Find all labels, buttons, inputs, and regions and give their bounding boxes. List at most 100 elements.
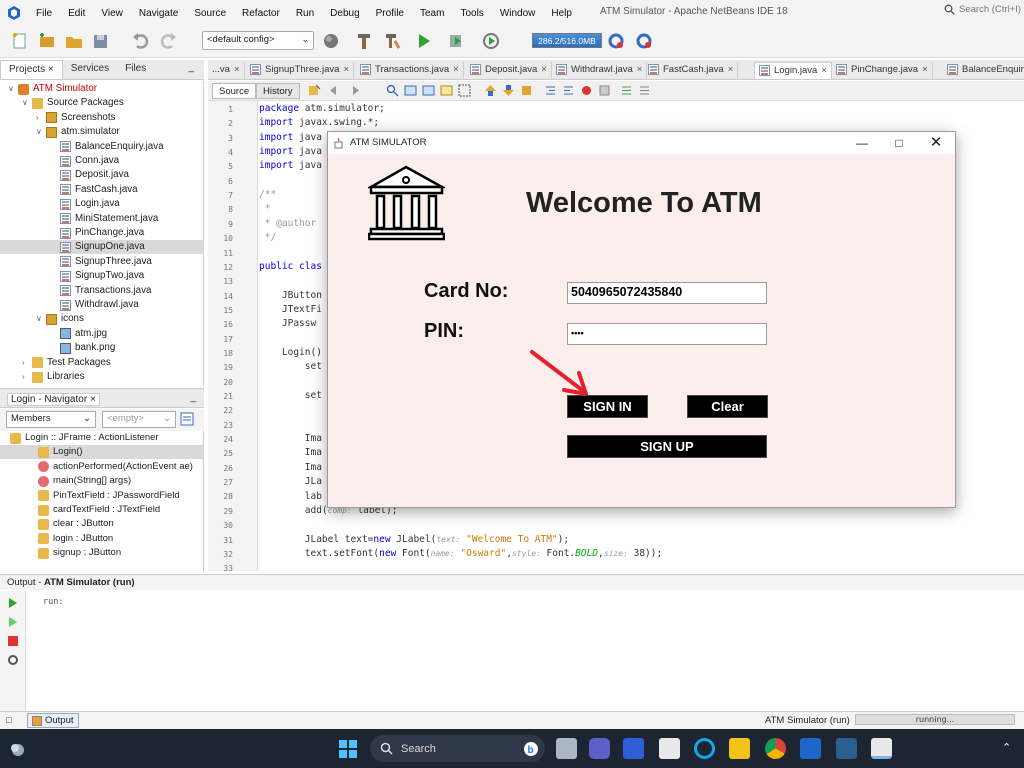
maximize-button[interactable]: □ — [880, 134, 918, 152]
menu-navigate[interactable]: Navigate — [131, 8, 186, 19]
cortana-icon[interactable] — [694, 738, 715, 759]
comment-icon[interactable] — [620, 84, 633, 97]
sign-in-button[interactable]: SIGN IN — [567, 395, 648, 418]
file-explorer-icon[interactable] — [729, 738, 750, 759]
chevron-right-icon[interactable]: › — [22, 370, 32, 384]
sign-up-button[interactable]: SIGN UP — [567, 435, 767, 458]
editor-tab[interactable]: SignupThree.java × — [246, 62, 355, 79]
new-project-icon[interactable] — [37, 31, 57, 51]
tree-item[interactable]: SignupThree.java — [0, 255, 152, 269]
save-all-icon[interactable] — [91, 31, 111, 51]
toggle-highlight-icon[interactable] — [440, 84, 453, 97]
close-icon[interactable]: × — [234, 64, 240, 75]
menu-help[interactable]: Help — [543, 8, 580, 19]
tab-files[interactable]: Files — [117, 60, 154, 79]
prev-bookmark-icon[interactable] — [484, 84, 497, 97]
toggle-bookmark-icon[interactable] — [520, 84, 533, 97]
menu-edit[interactable]: Edit — [60, 8, 93, 19]
close-icon[interactable]: × — [343, 64, 349, 75]
find-previous-icon[interactable] — [404, 84, 417, 97]
netbeans-taskbar-icon[interactable] — [800, 738, 821, 759]
navigator-item[interactable]: login : JButton — [0, 532, 113, 546]
clear-button[interactable]: Clear — [687, 395, 768, 418]
tree-item[interactable]: ∨ ATM Simulator — [0, 82, 97, 96]
debug-project-icon[interactable] — [446, 31, 466, 51]
close-button[interactable]: ✕ — [917, 134, 955, 152]
tree-item[interactable]: Transactions.java — [0, 284, 151, 298]
navigator-item[interactable]: cardTextField : JTextField — [0, 503, 160, 517]
menu-view[interactable]: View — [93, 8, 131, 19]
redo-icon[interactable] — [158, 31, 178, 51]
gc-icon[interactable] — [606, 31, 626, 51]
rerun-customized-icon[interactable] — [7, 616, 19, 628]
history-view-button[interactable]: History — [256, 83, 300, 99]
chevron-down-icon[interactable]: ∨ — [36, 125, 46, 139]
navigator-item[interactable]: signup : JButton — [0, 546, 121, 560]
navigator-options-icon[interactable] — [180, 412, 194, 426]
chevron-right-icon[interactable]: › — [22, 356, 32, 370]
navigator-item[interactable]: Login() — [0, 445, 204, 460]
chevron-down-icon[interactable]: ∨ — [8, 82, 18, 96]
output-console[interactable]: run: — [26, 591, 1024, 711]
forward-icon[interactable] — [348, 84, 361, 97]
calendar-icon[interactable] — [659, 738, 680, 759]
navigator-item[interactable]: actionPerformed(ActionEvent ae) — [0, 460, 193, 474]
editor-tab[interactable]: ...va × — [208, 62, 245, 79]
shift-right-icon[interactable] — [562, 84, 575, 97]
close-icon[interactable]: × — [637, 64, 643, 75]
uncomment-icon[interactable] — [638, 84, 651, 97]
tree-item[interactable]: ∨ icons — [0, 312, 84, 326]
teams-icon[interactable] — [589, 738, 610, 759]
stop-icon[interactable] — [7, 635, 19, 647]
tree-item[interactable]: › Libraries — [0, 370, 85, 384]
menu-source[interactable]: Source — [186, 8, 234, 19]
tab-navigator[interactable]: Login - Navigator × — [7, 393, 100, 406]
menu-refactor[interactable]: Refactor — [234, 8, 288, 19]
output-status-tab[interactable]: Output — [27, 713, 79, 728]
menu-run[interactable]: Run — [288, 8, 322, 19]
tree-item[interactable]: ∨ atm.simulator — [0, 125, 120, 139]
menu-profile[interactable]: Profile — [368, 8, 412, 19]
source-view-button[interactable]: Source — [212, 83, 257, 99]
open-project-icon[interactable] — [64, 31, 84, 51]
tree-item[interactable]: SignupTwo.java — [0, 269, 144, 283]
settings-icon[interactable] — [7, 654, 19, 666]
close-icon[interactable]: × — [453, 64, 459, 75]
tree-item[interactable]: Conn.java — [0, 154, 119, 168]
profile-project-icon[interactable] — [481, 31, 501, 51]
editor-tab[interactable]: PinChange.java × — [832, 62, 933, 79]
globe-icon[interactable] — [321, 31, 341, 51]
card-number-field[interactable]: 5040965072435840 — [567, 282, 767, 304]
minimize-panel-button[interactable]: _ — [190, 392, 196, 403]
java-app-icon[interactable] — [871, 738, 892, 759]
profiler-snapshot-icon[interactable] — [634, 31, 654, 51]
chrome-icon[interactable] — [765, 738, 786, 759]
tree-item[interactable]: Withdrawl.java — [0, 298, 139, 312]
taskbar-search[interactable]: Search b — [370, 735, 545, 762]
tree-item[interactable]: › Screenshots — [0, 111, 115, 125]
close-icon[interactable]: × — [821, 65, 827, 76]
chevron-right-icon[interactable]: › — [36, 111, 46, 125]
rerun-icon[interactable] — [7, 597, 19, 609]
find-next-icon[interactable] — [422, 84, 435, 97]
navigator-item[interactable]: PinTextField : JPasswordField — [0, 489, 180, 503]
filter-select[interactable]: <empty> ⌄ — [102, 411, 176, 428]
back-icon[interactable] — [328, 84, 341, 97]
chevron-down-icon[interactable]: ∨ — [22, 96, 32, 110]
weather-icon[interactable] — [8, 739, 28, 759]
undo-icon[interactable] — [131, 31, 151, 51]
editor-tab[interactable]: Deposit.java × — [466, 62, 552, 79]
find-icon[interactable] — [386, 84, 399, 97]
menu-file[interactable]: File — [28, 8, 60, 19]
tree-item[interactable]: bank.png — [0, 341, 115, 355]
window-restore-icon[interactable]: □ — [6, 715, 11, 725]
task-view-icon[interactable] — [556, 738, 577, 759]
tree-item[interactable]: PinChange.java — [0, 226, 144, 240]
tab-services[interactable]: Services — [63, 60, 117, 79]
progress-bar[interactable]: running... — [855, 714, 1015, 725]
close-icon[interactable]: × — [922, 64, 928, 75]
new-file-icon[interactable] — [10, 31, 30, 51]
tab-projects[interactable]: Projects × — [0, 60, 63, 79]
menu-window[interactable]: Window — [492, 8, 544, 19]
pin-field[interactable]: •••• — [567, 323, 767, 345]
